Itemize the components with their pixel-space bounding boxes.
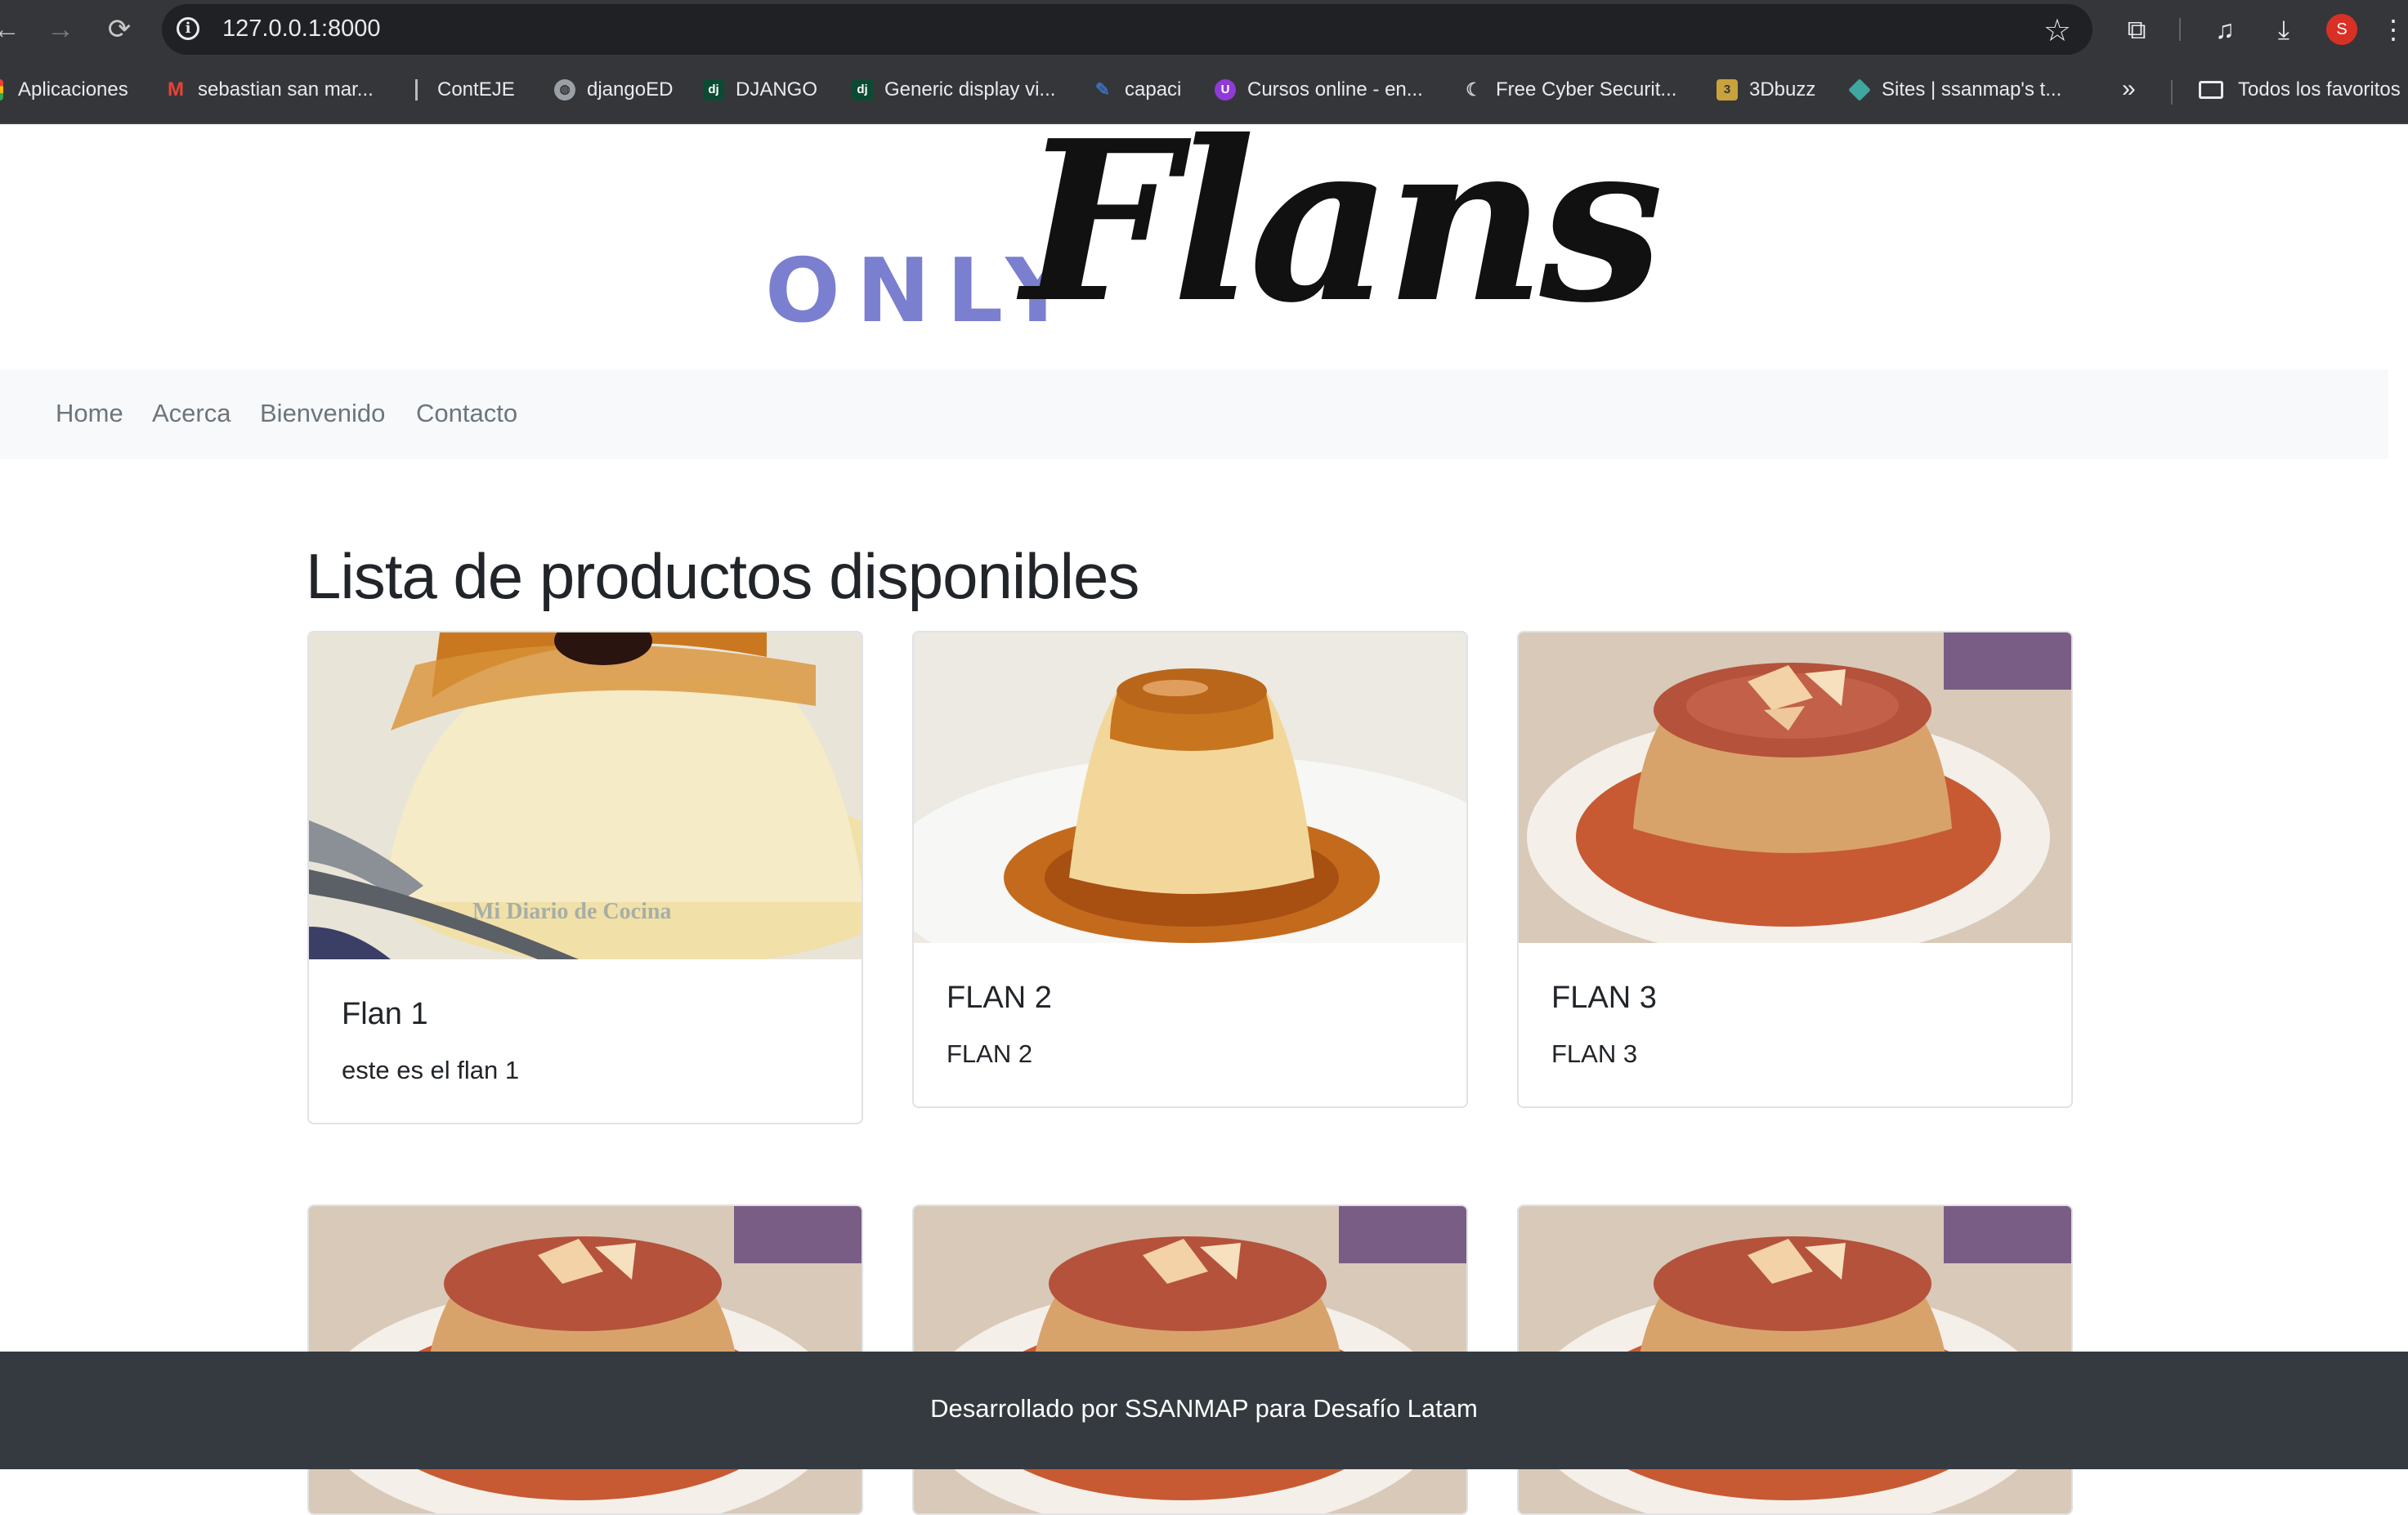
bookmark-item[interactable]: M sebastian san mar...: [165, 74, 374, 106]
nav-acerca[interactable]: Acerca: [152, 399, 231, 428]
menu-kebab-icon[interactable]: ⋮: [2375, 11, 2408, 47]
flan-image: Mi Diario de Cocina: [309, 632, 862, 959]
gmail-icon: M: [168, 78, 184, 101]
nav-bienvenido[interactable]: Bienvenido: [260, 399, 385, 428]
apps-grid-icon: [0, 79, 3, 101]
product-description: este es el flan 1: [342, 1056, 520, 1084]
product-title: FLAN 3: [1551, 981, 1657, 1015]
product-description: FLAN 2: [947, 1039, 1033, 1068]
bookmark-item[interactable]: ContEJE: [415, 74, 515, 106]
image-watermark: Mi Diario de Cocina: [472, 899, 671, 924]
flan-image: [1519, 632, 2071, 943]
bookmark-item[interactable]: Sites | ssanmap's t...: [1848, 74, 2061, 106]
3dbuzz-icon: 3: [1716, 79, 1738, 101]
django-icon: dj: [703, 79, 724, 101]
bookmark-item[interactable]: ◍ djangoED: [554, 74, 673, 106]
bookmark-star-icon[interactable]: ☆: [2043, 12, 2071, 49]
product-image: [1519, 632, 2071, 943]
toolbar-divider: [2179, 18, 2181, 41]
footer-text: Desarrollado por SSANMAP para Desafío La…: [930, 1394, 1478, 1423]
extensions-icon[interactable]: ⧉: [2119, 11, 2155, 47]
django-icon: dj: [852, 79, 873, 101]
nav-contacto[interactable]: Contacto: [416, 399, 517, 428]
product-description: FLAN 3: [1551, 1039, 1638, 1068]
sites-icon: [1848, 78, 1871, 101]
logo-flans-text: Flans: [1022, 92, 1664, 351]
nav-home[interactable]: Home: [56, 399, 123, 428]
more-bookmarks-icon[interactable]: »: [2122, 75, 2136, 103]
folder-icon: [2199, 81, 2223, 99]
all-bookmarks-folder[interactable]: Todos los favoritos: [2199, 74, 2401, 106]
bookmarks-divider: [2171, 80, 2173, 105]
flan-image: [914, 632, 1466, 943]
page-title: Lista de productos disponibles: [306, 540, 1139, 612]
download-icon[interactable]: ⤓: [2266, 11, 2302, 47]
bookmark-item[interactable]: Aplicaciones: [0, 74, 128, 106]
site-logo[interactable]: ONLY Flans: [760, 92, 1664, 369]
main-navbar: Home Acerca Bienvenido Contacto: [0, 369, 2388, 459]
product-image: Mi Diario de Cocina: [309, 632, 862, 959]
url-text[interactable]: 127.0.0.1:8000: [222, 16, 381, 42]
address-bar[interactable]: i 127.0.0.1:8000 ☆: [162, 4, 2092, 55]
product-card[interactable]: Mi Diario de Cocina Flan 1 este es el fl…: [307, 631, 863, 1124]
product-card[interactable]: FLAN 2 FLAN 2: [912, 631, 1468, 1108]
browser-toolbar: ← → ⟳ i 127.0.0.1:8000 ☆ ⧉ ♫ ⤓ S ⋮: [0, 0, 2408, 59]
media-control-icon[interactable]: ♫: [2207, 11, 2243, 47]
reload-icon[interactable]: ⟳: [101, 11, 137, 47]
product-image: [914, 632, 1466, 943]
back-icon[interactable]: ←: [0, 11, 25, 47]
bookmark-item[interactable]: dj DJANGO: [703, 74, 817, 106]
page-footer: Desarrollado por SSANMAP para Desafío La…: [0, 1352, 2408, 1469]
profile-avatar[interactable]: S: [2326, 14, 2357, 45]
product-title: Flan 1: [342, 997, 428, 1031]
forward-icon[interactable]: →: [43, 11, 78, 47]
product-card[interactable]: FLAN 3 FLAN 3: [1517, 631, 2073, 1108]
globe-icon: ◍: [554, 79, 575, 101]
bookmark-item[interactable]: 3 3Dbuzz: [1716, 74, 1815, 106]
product-title: FLAN 2: [947, 981, 1052, 1015]
page-icon: [415, 79, 426, 101]
site-info-icon[interactable]: i: [177, 17, 199, 40]
